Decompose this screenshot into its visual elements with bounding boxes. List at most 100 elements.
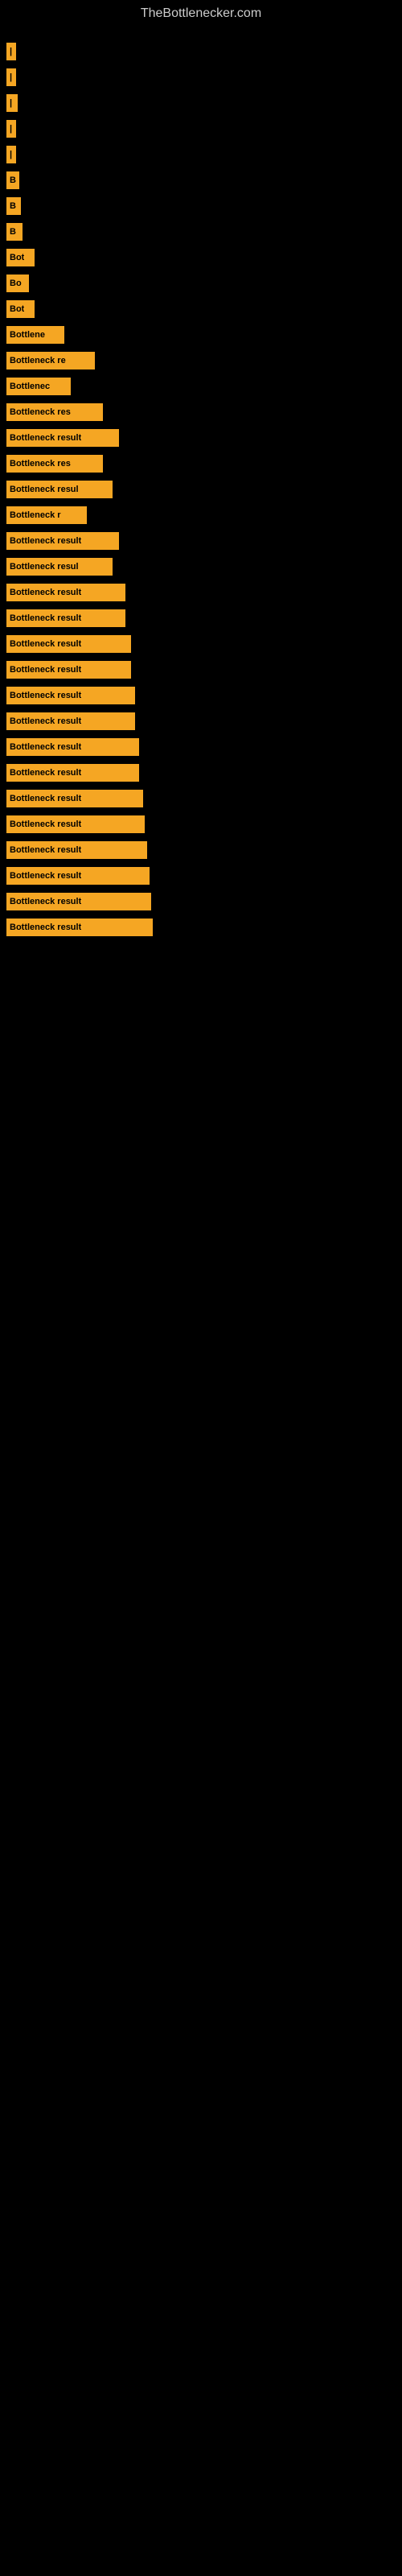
bar-label: B: [10, 227, 16, 237]
bar-row: Bottleneck result: [0, 684, 402, 707]
bar-label: Bottlene: [10, 330, 45, 340]
bar-label: Bottleneck result: [10, 768, 81, 778]
bar-label: Bottleneck result: [10, 794, 81, 803]
bar-row: Bottleneck result: [0, 813, 402, 836]
bar-item: Bottleneck res: [6, 455, 103, 473]
bar-row: Bottleneck result: [0, 787, 402, 810]
bar-row: Bottlene: [0, 324, 402, 346]
bar-item: Bot: [6, 249, 35, 266]
bar-label: B: [10, 175, 16, 185]
bar-item: Bottleneck re: [6, 352, 95, 369]
bar-item: |: [6, 68, 16, 86]
bar-label: Bottleneck result: [10, 433, 81, 443]
bar-label: |: [10, 98, 12, 108]
site-title: TheBottlenecker.com: [0, 0, 402, 24]
bar-row: Bottlenec: [0, 375, 402, 398]
bar-label: Bottleneck result: [10, 665, 81, 675]
bar-item: B: [6, 223, 23, 241]
bar-item: Bottleneck result: [6, 893, 151, 910]
bar-row: Bottleneck result: [0, 710, 402, 733]
bar-label: Bo: [10, 279, 22, 288]
bar-label: |: [10, 72, 12, 82]
bar-label: Bottleneck result: [10, 613, 81, 623]
bar-label: Bottleneck result: [10, 691, 81, 700]
bar-label: Bottleneck res: [10, 459, 71, 469]
bar-row: Bottleneck result: [0, 839, 402, 861]
bar-item: |: [6, 120, 16, 138]
bar-item: |: [6, 94, 18, 112]
bar-item: Bottleneck result: [6, 687, 135, 704]
bar-label: Bottleneck re: [10, 356, 66, 365]
bar-item: Bottleneck result: [6, 429, 119, 447]
bar-row: Bottleneck result: [0, 530, 402, 552]
bar-item: Bottleneck result: [6, 635, 131, 653]
bar-row: Bottleneck result: [0, 736, 402, 758]
bar-row: Bottleneck res: [0, 452, 402, 475]
bar-label: |: [10, 47, 12, 56]
bar-label: Bottleneck res: [10, 407, 71, 417]
bar-label: Bottleneck resul: [10, 562, 79, 572]
bar-row: |: [0, 143, 402, 166]
bars-container: | | | | | B B B Bot Bo Bot Bottlene Bottleneck re Bot…: [0, 24, 402, 939]
bar-label: Bottleneck result: [10, 845, 81, 855]
bar-item: Bottleneck result: [6, 841, 147, 859]
bar-item: B: [6, 171, 19, 189]
bar-item: Bottleneck r: [6, 506, 87, 524]
bar-label: Bottleneck result: [10, 871, 81, 881]
bar-label: Bottleneck result: [10, 923, 81, 932]
bar-row: B: [0, 221, 402, 243]
bar-row: Bottleneck result: [0, 865, 402, 887]
bar-row: |: [0, 118, 402, 140]
bar-label: Bottleneck result: [10, 897, 81, 906]
bar-item: Bottleneck res: [6, 403, 103, 421]
bar-row: Bottleneck result: [0, 916, 402, 939]
bar-label: Bottleneck result: [10, 639, 81, 649]
bar-item: B: [6, 197, 21, 215]
bar-item: Bottleneck result: [6, 609, 125, 627]
bar-row: Bottleneck result: [0, 607, 402, 630]
bar-item: Bottleneck resul: [6, 558, 113, 576]
bar-label: Bot: [10, 304, 24, 314]
bar-item: Bottleneck result: [6, 532, 119, 550]
bar-row: Bottleneck resul: [0, 478, 402, 501]
bar-label: Bottleneck result: [10, 536, 81, 546]
bar-row: Bottleneck result: [0, 427, 402, 449]
bar-row: B: [0, 195, 402, 217]
bar-row: Bot: [0, 298, 402, 320]
bar-row: Bottleneck re: [0, 349, 402, 372]
bar-label: B: [10, 201, 16, 211]
bar-label: Bottleneck result: [10, 819, 81, 829]
bar-row: |: [0, 66, 402, 89]
bar-row: Bottleneck res: [0, 401, 402, 423]
bar-label: Bottlenec: [10, 382, 50, 391]
bar-row: Bottleneck resul: [0, 555, 402, 578]
bar-label: |: [10, 150, 12, 159]
bar-row: Bot: [0, 246, 402, 269]
bar-item: Bot: [6, 300, 35, 318]
bar-label: Bottleneck r: [10, 510, 61, 520]
bar-item: Bottleneck result: [6, 712, 135, 730]
bar-label: Bottleneck result: [10, 742, 81, 752]
bar-row: Bottleneck result: [0, 581, 402, 604]
bar-item: Bottleneck result: [6, 919, 153, 936]
bar-label: Bot: [10, 253, 24, 262]
bar-item: Bo: [6, 275, 29, 292]
bar-item: |: [6, 43, 16, 60]
bar-row: Bottleneck r: [0, 504, 402, 526]
bar-row: Bottleneck result: [0, 890, 402, 913]
bar-row: Bottleneck result: [0, 633, 402, 655]
bar-item: Bottleneck result: [6, 790, 143, 807]
bar-label: |: [10, 124, 12, 134]
bar-row: Bottleneck result: [0, 658, 402, 681]
bar-label: Bottleneck resul: [10, 485, 79, 494]
bar-item: Bottlenec: [6, 378, 71, 395]
bar-item: Bottleneck result: [6, 867, 150, 885]
bar-item: Bottleneck resul: [6, 481, 113, 498]
bar-item: Bottleneck result: [6, 764, 139, 782]
bar-row: B: [0, 169, 402, 192]
bar-row: Bottleneck result: [0, 762, 402, 784]
bar-label: Bottleneck result: [10, 716, 81, 726]
bar-item: Bottleneck result: [6, 584, 125, 601]
bar-label: Bottleneck result: [10, 588, 81, 597]
bar-item: |: [6, 146, 16, 163]
